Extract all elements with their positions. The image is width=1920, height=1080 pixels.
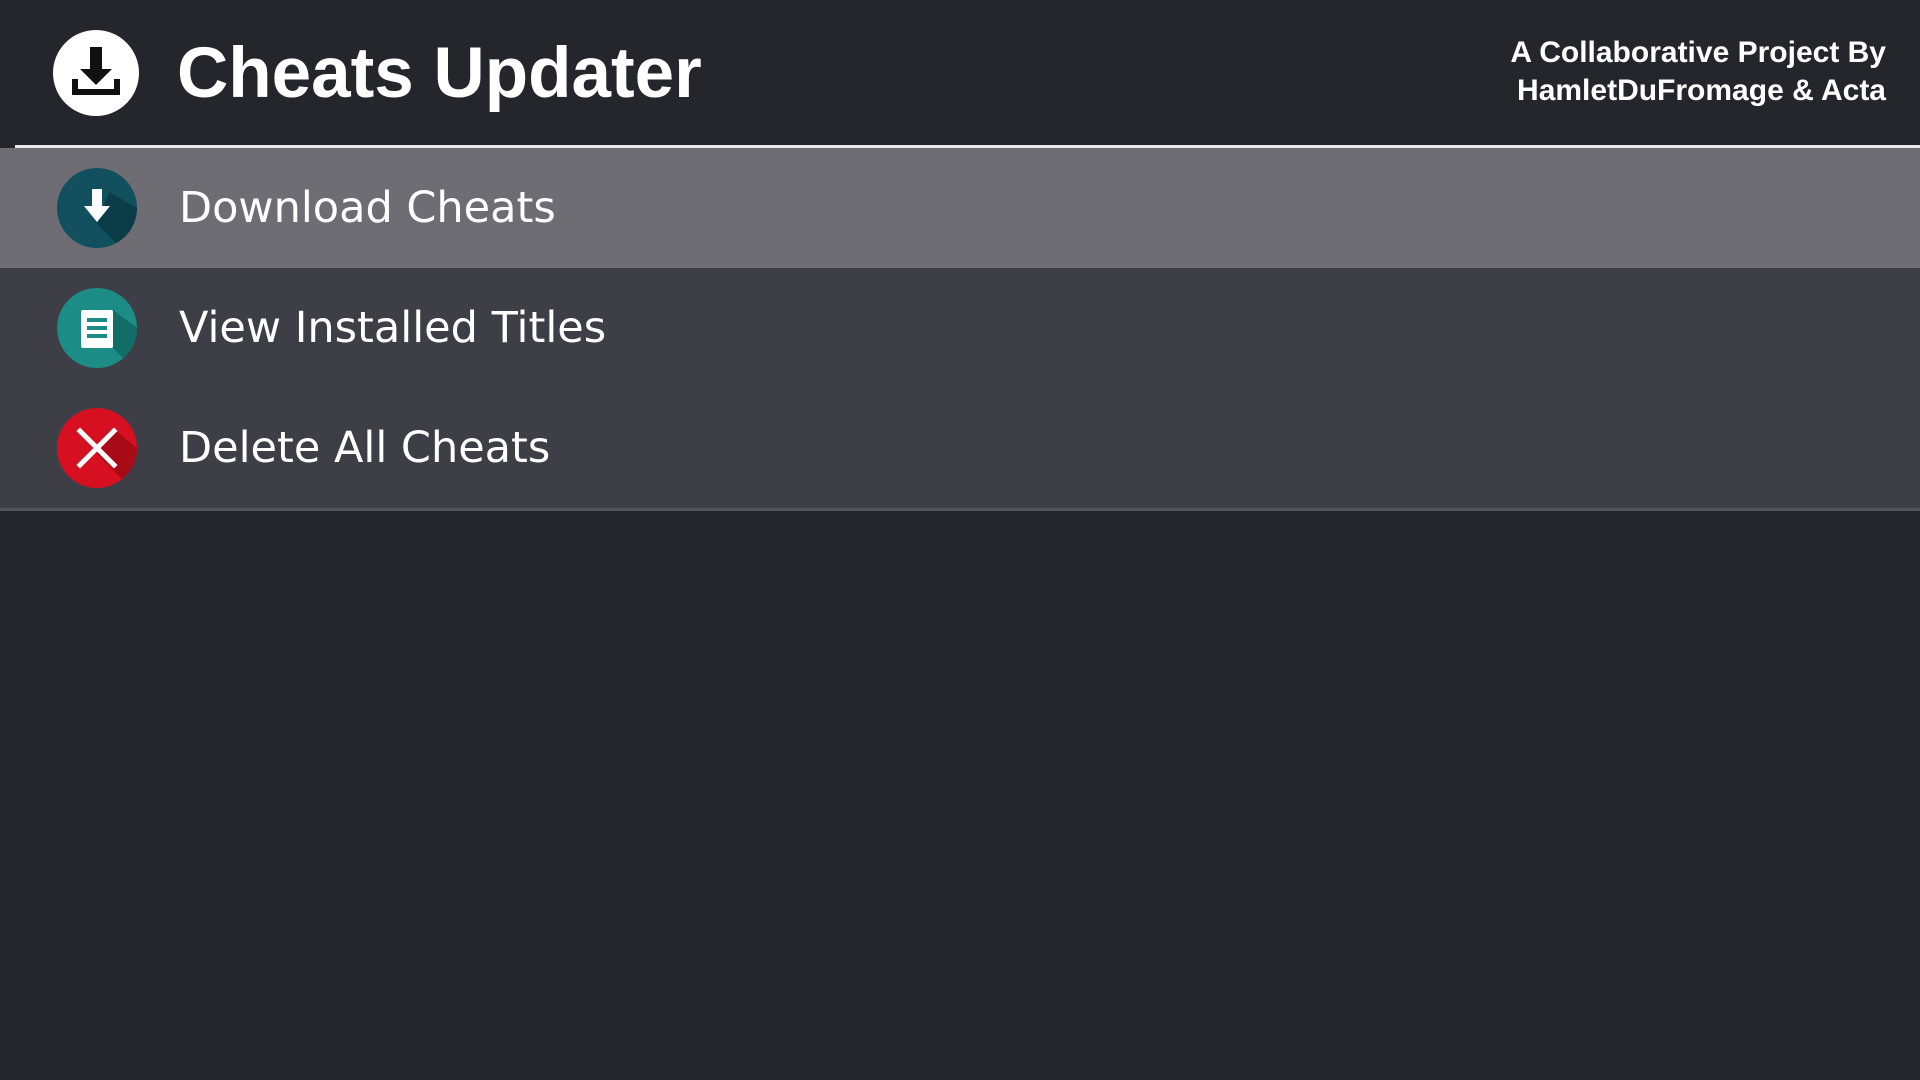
- menu-item-view-installed-titles[interactable]: View Installed Titles: [0, 268, 1920, 388]
- menu-item-label: View Installed Titles: [179, 303, 607, 353]
- download-tray-icon: [50, 27, 142, 119]
- download-arrow-icon: [57, 168, 137, 248]
- menu-bottom-border: [0, 508, 1920, 511]
- credits-line-2: HamletDuFromage & Acta: [1517, 74, 1886, 107]
- document-icon: [57, 288, 137, 368]
- menu-item-delete-all-cheats[interactable]: Delete All Cheats: [0, 388, 1920, 508]
- app-title: Cheats Updater: [177, 34, 702, 113]
- app-window: Cheats Updater A Collaborative Project B…: [0, 0, 1920, 1080]
- menu-item-label: Delete All Cheats: [179, 423, 551, 473]
- close-icon: [57, 408, 137, 488]
- menu-item-label: Download Cheats: [179, 183, 556, 233]
- credits-line-1: A Collaborative Project By: [1510, 36, 1886, 69]
- main-menu: Download Cheats View Installed Titles De…: [0, 148, 1920, 508]
- menu-item-download-cheats[interactable]: Download Cheats: [0, 148, 1920, 268]
- header: Cheats Updater A Collaborative Project B…: [0, 0, 1920, 146]
- credits: A Collaborative Project By HamletDuFroma…: [1510, 34, 1886, 110]
